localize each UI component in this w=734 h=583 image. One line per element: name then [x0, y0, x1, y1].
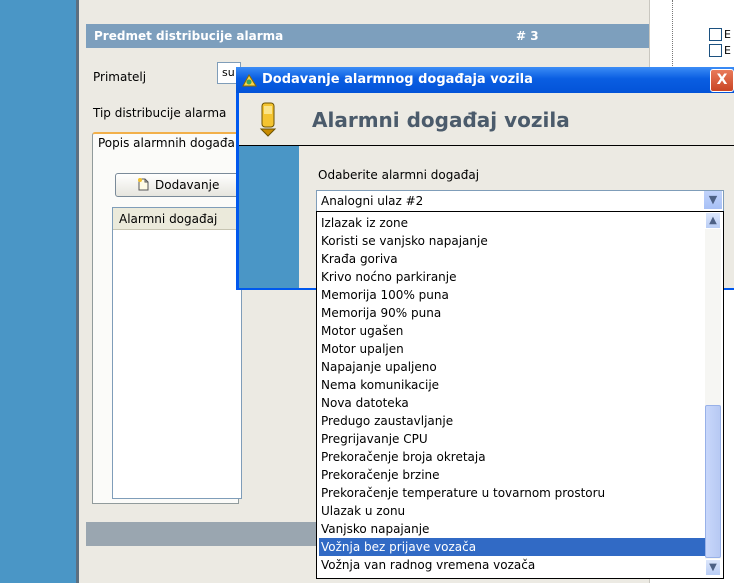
dialog-heading: Alarmni događaj vozila [312, 108, 570, 132]
tree-checkbox[interactable] [709, 28, 722, 41]
close-icon: X [716, 72, 728, 88]
select-value: Analogni ulaz #2 [321, 194, 424, 208]
tree-item-label: E [724, 44, 731, 57]
dropdown-option[interactable]: Prekoračenje temperature u tovarnom pros… [319, 484, 705, 502]
primatelj-value: su [222, 66, 235, 79]
add-button[interactable]: Dodavanje [115, 173, 242, 197]
file-add-icon [138, 178, 149, 191]
dropdown-arrow-icon[interactable]: ▼ [703, 191, 722, 209]
dropdown-option[interactable]: Vožnja van radnog vremena vozača [319, 556, 705, 574]
dropdown-option[interactable]: Izlazak iz zone [319, 214, 705, 232]
tip-distribucije-label: Tip distribucije alarma [93, 106, 227, 120]
dropdown-option[interactable]: Vožnja bez prijave vozača [319, 538, 705, 556]
dropdown-option[interactable]: Memorija 90% puna [319, 304, 705, 322]
dropdown-option[interactable]: Memorija 100% puna [319, 286, 705, 304]
tree-checkbox[interactable] [709, 44, 722, 57]
list-header-label: Alarmni događaj [119, 212, 218, 226]
dropdown-option[interactable]: Prekoračenje brzine [319, 466, 705, 484]
dropdown-option[interactable]: Nema komunikacije [319, 376, 705, 394]
dropdown-option[interactable]: Napajanje upaljeno [319, 358, 705, 376]
dialog-titlebar[interactable]: Dodavanje alarmnog događaja vozila [236, 67, 734, 93]
dropdown-option[interactable]: Koristi se vanjsko napajanje [319, 232, 705, 250]
left-sidebar [0, 0, 76, 583]
dialog-title: Dodavanje alarmnog događaja vozila [262, 72, 533, 87]
add-button-label: Dodavanje [155, 178, 220, 192]
panel-header: Predmet distribucije alarma # 3 [86, 24, 649, 48]
dropdown-option[interactable]: Krivo noćno parkiranje [319, 268, 705, 286]
dropdown-option[interactable]: Krađa goriva [319, 250, 705, 268]
alarm-list[interactable] [112, 207, 242, 499]
panel-number: # 3 [516, 29, 539, 43]
dropdown-option[interactable]: Predugo zaustavljanje [319, 412, 705, 430]
panel-title: Predmet distribucije alarma [94, 29, 284, 43]
alarm-select[interactable]: Analogni ulaz #2 [316, 190, 724, 212]
tree-item-label: E [724, 28, 731, 41]
dropdown-option[interactable]: Nova datoteka [319, 394, 705, 412]
scroll-down-icon[interactable]: ▼ [705, 559, 721, 576]
primatelj-label: Primatelj [93, 70, 147, 84]
dropdown-option[interactable]: Motor ugašen [319, 322, 705, 340]
dropdown-option[interactable]: Pregrijavanje CPU [319, 430, 705, 448]
tab-label: Popis alarmnih događa [98, 136, 235, 150]
select-label: Odaberite alarmni događaj [318, 168, 480, 182]
scroll-up-icon[interactable]: ▲ [705, 212, 721, 229]
battery-icon [259, 102, 277, 137]
scrollbar-thumb[interactable] [705, 405, 721, 558]
list-column-header[interactable]: Alarmni događaj [113, 208, 240, 230]
dropdown-option[interactable]: Motor upaljen [319, 340, 705, 358]
dialog-app-icon [242, 74, 257, 87]
dropdown-option[interactable]: Vanjsko napajanje [319, 520, 705, 538]
tab-popis-alarmnih-dogadaja[interactable]: Popis alarmnih događa [92, 132, 239, 154]
dropdown-option[interactable]: Prekoračenje broja okretaja [319, 448, 705, 466]
dropdown-list[interactable]: Izlazak iz zone Koristi se vanjsko napaja… [316, 211, 724, 579]
dropdown-option[interactable]: Ulazak u zonu [319, 502, 705, 520]
close-button[interactable]: X [710, 69, 734, 92]
